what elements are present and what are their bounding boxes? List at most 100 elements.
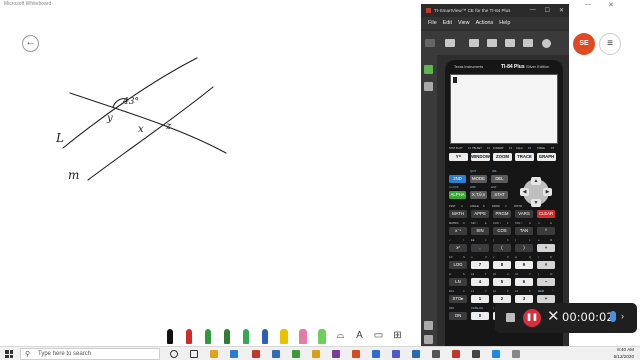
tool-highlighter-yellow[interactable] — [276, 324, 291, 344]
menu-edit[interactable]: Edit — [443, 20, 452, 26]
close-button[interactable]: ✕ — [608, 1, 614, 9]
key-reciprocal[interactable]: x⁻¹ — [449, 227, 467, 235]
taskbar-search[interactable]: ⚲ Type here to search — [20, 348, 160, 360]
key-trace[interactable]: TRACE — [515, 153, 534, 161]
word-icon[interactable] — [272, 350, 280, 358]
view-icon[interactable] — [505, 39, 515, 47]
keypad-icon[interactable] — [445, 39, 455, 47]
tool-pen-green-dark[interactable] — [219, 324, 234, 344]
whiteboard-canvas[interactable]: 43° y x z L m — [0, 0, 420, 320]
history-icon[interactable] — [424, 82, 433, 91]
tool-lasso[interactable]: ⌓ — [333, 324, 348, 344]
key-log[interactable]: LOG — [449, 261, 467, 269]
hamburger-menu-button[interactable]: ≡ — [599, 33, 621, 55]
cancel-record-button[interactable]: ✕ — [547, 308, 560, 326]
ti-smartview-taskbar-icon[interactable] — [452, 350, 460, 358]
key-zoom[interactable]: ZOOM — [493, 153, 512, 161]
ti-maximize-button[interactable]: ☐ — [545, 7, 550, 14]
key-comma[interactable]: , — [471, 244, 489, 252]
key-add[interactable]: + — [537, 295, 555, 303]
key-store[interactable]: STO▸ — [449, 295, 467, 303]
chevron-right-icon[interactable]: › — [621, 311, 624, 321]
emulator-icon[interactable] — [425, 39, 435, 47]
key-prgm[interactable]: PRGM — [493, 210, 511, 218]
key-apps[interactable]: APPS — [471, 210, 489, 218]
key-7[interactable]: 7 — [471, 261, 489, 269]
key-multiply[interactable]: × — [537, 261, 555, 269]
key-power[interactable]: ^ — [537, 227, 555, 235]
tool-pen-green[interactable] — [200, 324, 215, 344]
whiteboard-app-icon[interactable] — [412, 350, 420, 358]
key-stat[interactable]: STAT — [491, 191, 508, 199]
key-graph[interactable]: GRAPH — [537, 153, 556, 161]
key-5[interactable]: 5 — [493, 278, 511, 286]
microphone-icon[interactable] — [610, 311, 616, 322]
start-button[interactable] — [5, 350, 13, 358]
tool-pen-red[interactable] — [181, 324, 196, 344]
key-del[interactable]: DEL — [491, 175, 508, 183]
key-window[interactable]: WINDOW — [471, 153, 490, 161]
key-paren-close[interactable]: ) — [515, 244, 533, 252]
key-4[interactable]: 4 — [471, 278, 489, 286]
tool-shape[interactable]: ▭ — [371, 324, 386, 344]
key-0[interactable]: 0 — [471, 312, 489, 320]
key-mode[interactable]: MODE — [470, 175, 487, 183]
key-divide[interactable]: ÷ — [537, 244, 555, 252]
key-paren-open[interactable]: ( — [493, 244, 511, 252]
tool-pen-blue[interactable] — [257, 324, 272, 344]
screen-capture-icon[interactable] — [424, 321, 433, 330]
receive-icon[interactable] — [487, 39, 497, 47]
key-square[interactable]: x² — [449, 244, 467, 252]
file-explorer-icon[interactable] — [210, 350, 218, 358]
outlook-icon[interactable] — [372, 350, 380, 358]
chrome-icon[interactable] — [312, 350, 320, 358]
task-view-icon[interactable] — [190, 350, 198, 358]
key-clear[interactable]: CLEAR — [537, 210, 555, 218]
calculator-screen[interactable] — [450, 74, 558, 144]
key-6[interactable]: 6 — [515, 278, 533, 286]
key-alpha[interactable]: ALPHA — [449, 191, 466, 199]
menu-file[interactable]: File — [428, 20, 437, 26]
send-icon[interactable] — [469, 39, 479, 47]
pause-record-button[interactable]: ❚❚ — [523, 309, 541, 327]
tool-pen-green-light[interactable] — [238, 324, 253, 344]
arrow-left-button[interactable]: ◀ — [520, 188, 529, 196]
key-1[interactable]: 1 — [471, 295, 489, 303]
snip-icon[interactable] — [512, 350, 520, 358]
zoom-icon[interactable] — [492, 350, 500, 358]
key-on[interactable]: ON — [449, 312, 467, 320]
ti-minimize-button[interactable]: — — [530, 7, 536, 14]
ti-close-button[interactable]: ✕ — [559, 7, 564, 14]
key-ln[interactable]: LN — [449, 278, 467, 286]
arrow-up-button[interactable]: ▲ — [531, 177, 541, 185]
camera-icon[interactable] — [542, 39, 551, 48]
tool-pen-black[interactable] — [162, 324, 177, 344]
tool-text[interactable]: A — [352, 324, 367, 344]
key-x-t-theta-n[interactable]: X,T,θ,n — [470, 191, 487, 199]
edge-icon[interactable] — [230, 350, 238, 358]
key-3[interactable]: 3 — [515, 295, 533, 303]
cortana-icon[interactable] — [170, 350, 178, 358]
key-9[interactable]: 9 — [515, 261, 533, 269]
image-icon[interactable] — [523, 39, 533, 47]
key-math[interactable]: MATH — [449, 210, 467, 218]
minimize-button[interactable]: — — [585, 2, 591, 8]
teams-icon[interactable] — [392, 350, 400, 358]
tool-highlighter-green[interactable] — [314, 324, 329, 344]
menu-actions[interactable]: Actions — [476, 20, 494, 26]
menu-view[interactable]: View — [458, 20, 470, 26]
calculator-icon[interactable] — [424, 65, 433, 74]
tool-ruler[interactable]: ⊞ — [390, 324, 405, 344]
settings-icon[interactable] — [424, 335, 433, 344]
key-tan[interactable]: TAN — [515, 227, 533, 235]
stop-record-button[interactable] — [506, 313, 515, 322]
tool-highlighter-pink[interactable] — [295, 324, 310, 344]
system-clock[interactable]: 8:40 AM 5/12/2020 — [614, 347, 634, 360]
arrow-down-button[interactable]: ▼ — [531, 199, 541, 207]
store-icon[interactable] — [432, 350, 440, 358]
onenote-icon[interactable] — [332, 350, 340, 358]
pdf-app-icon[interactable] — [252, 350, 260, 358]
key-sin[interactable]: SIN — [471, 227, 489, 235]
key-cos[interactable]: COS — [493, 227, 511, 235]
avatar[interactable]: SE — [573, 33, 595, 55]
